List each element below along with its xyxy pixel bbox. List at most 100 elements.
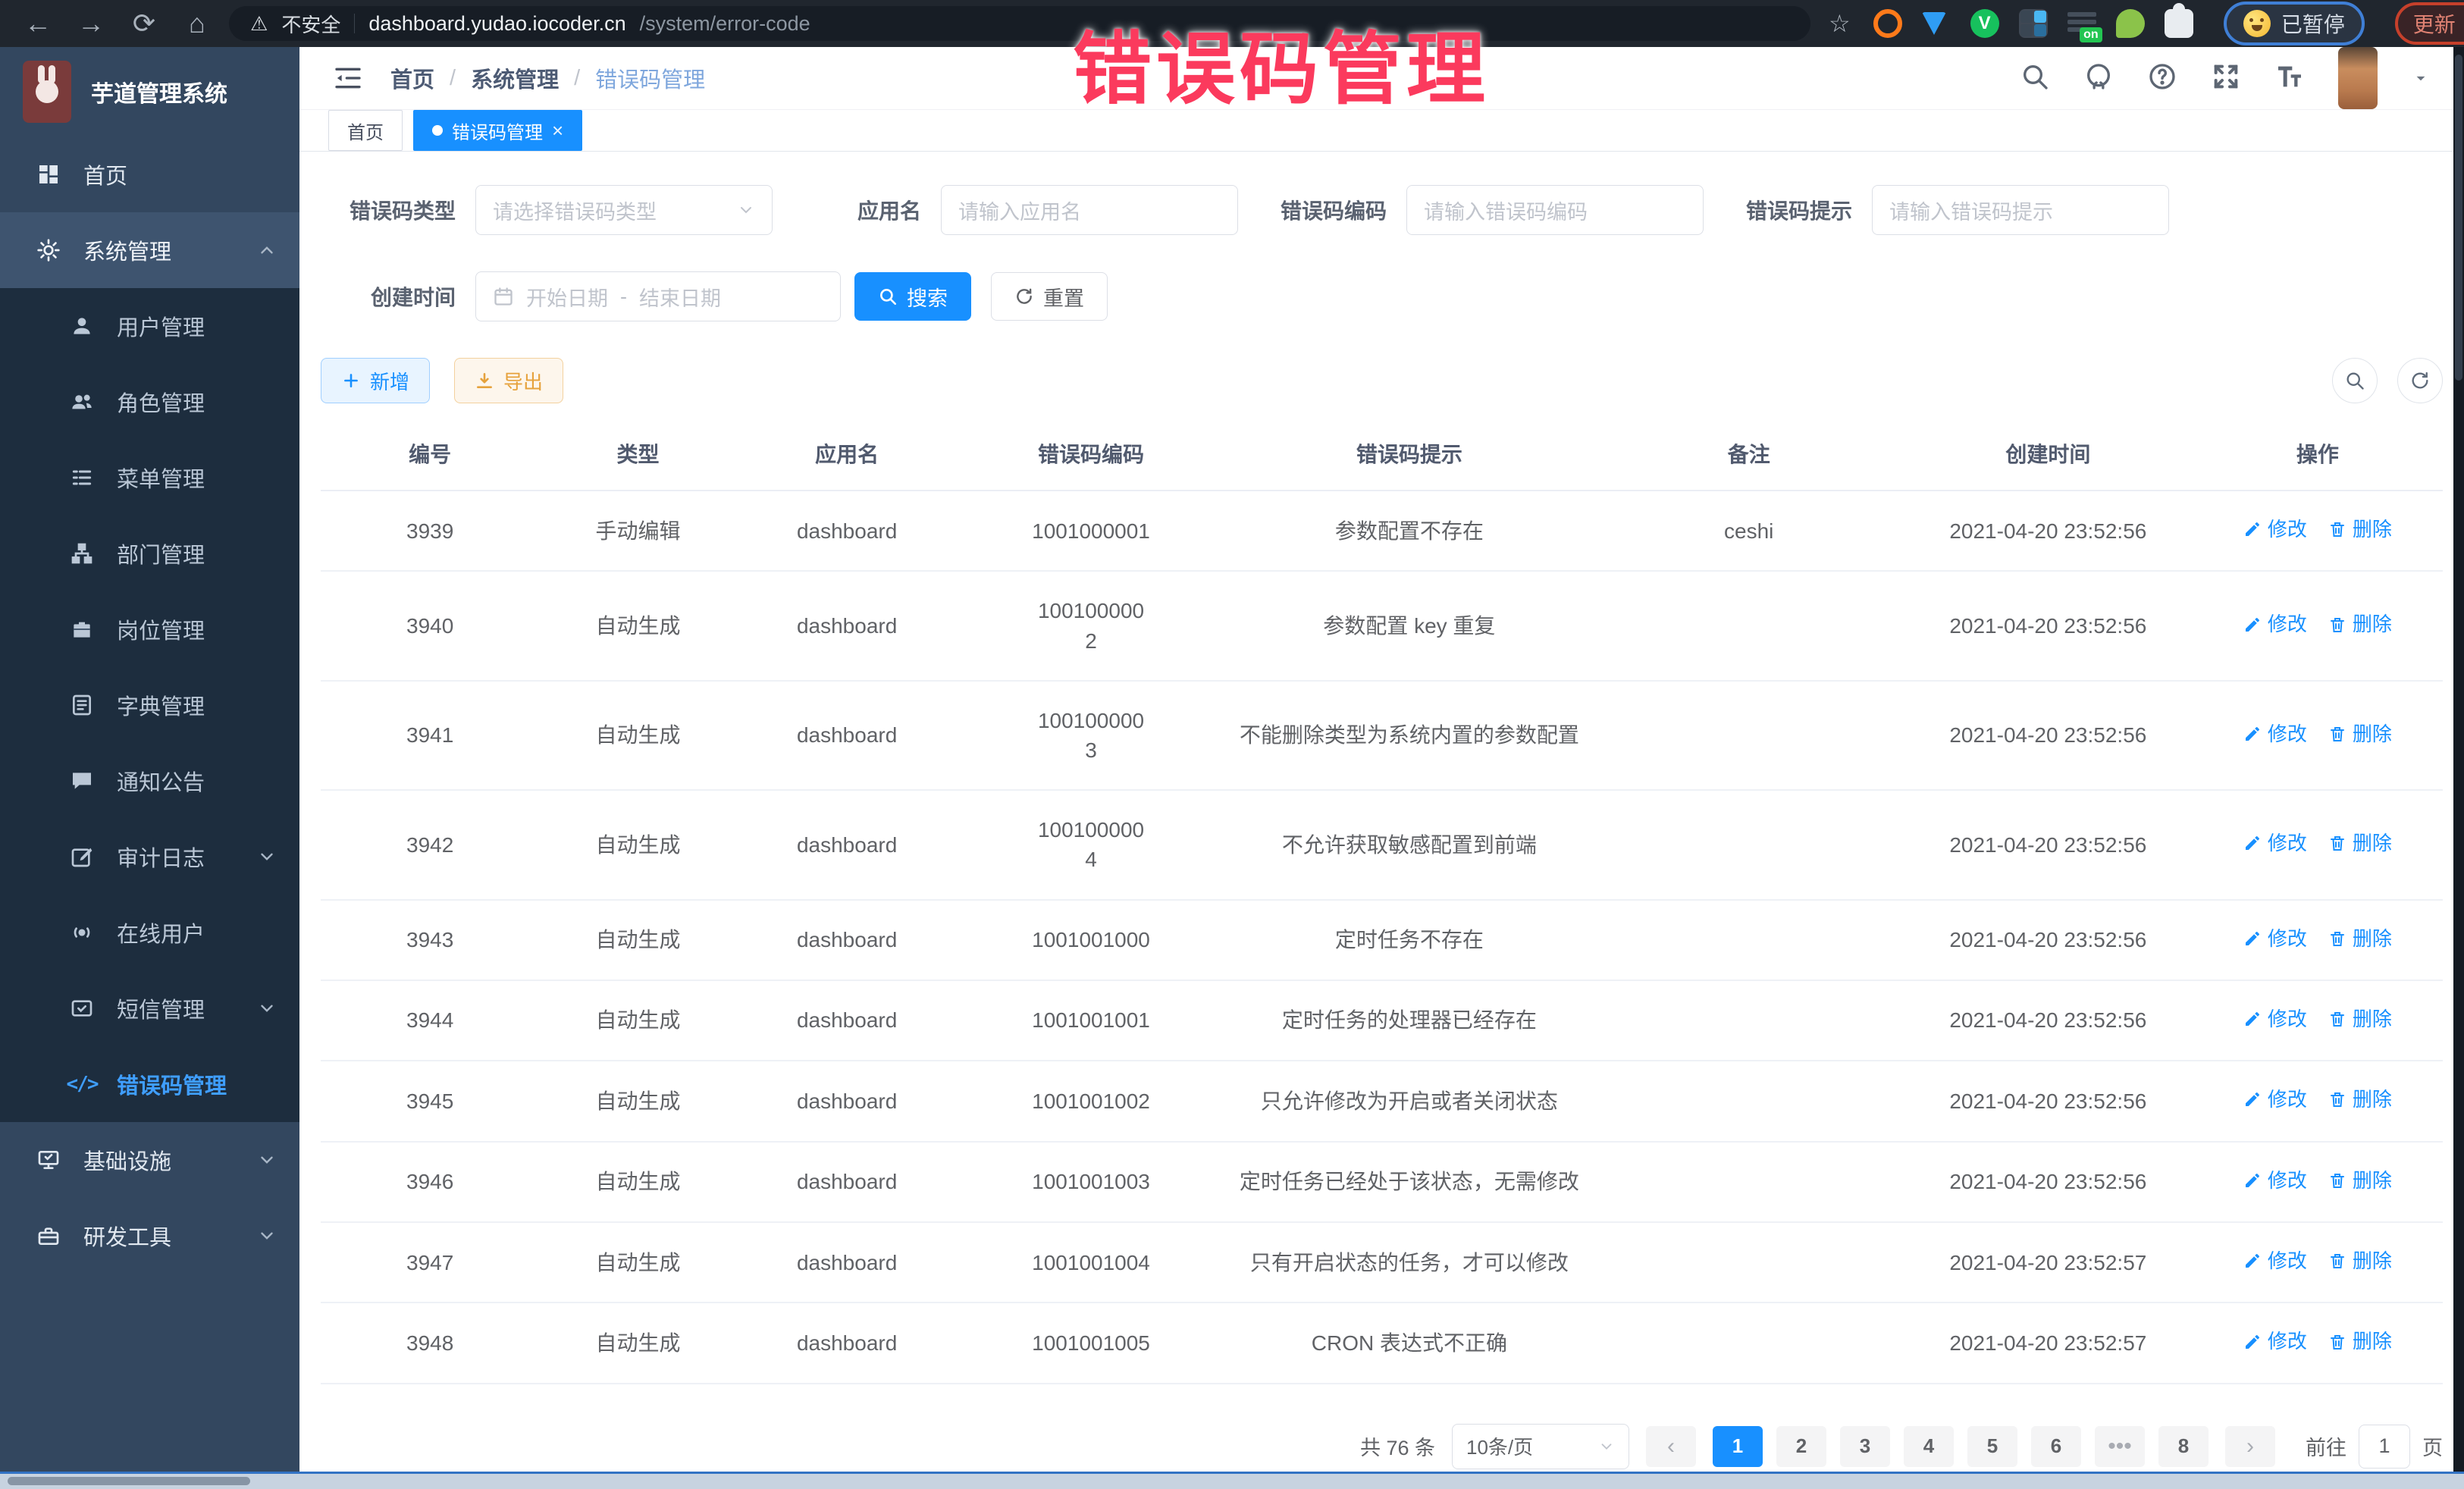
edit-link[interactable]: 修改: [2243, 1005, 2307, 1033]
delete-link[interactable]: 删除: [2328, 925, 2392, 952]
tab-error-code[interactable]: 错误码管理 ×: [413, 110, 582, 151]
edit-link[interactable]: 修改: [2243, 720, 2307, 748]
sidebar-item-首页[interactable]: 首页: [0, 136, 299, 212]
delete-link[interactable]: 删除: [2328, 720, 2392, 748]
date-range-picker[interactable]: 开始日期 - 结束日期: [475, 271, 841, 321]
help-icon[interactable]: [2147, 61, 2177, 96]
update-label: 更新: [2413, 8, 2456, 39]
delete-link[interactable]: 删除: [2328, 1005, 2392, 1033]
extensions-puzzle-icon[interactable]: [2165, 9, 2193, 38]
sidebar-collapse-icon[interactable]: [333, 63, 363, 93]
avatar-caret-icon[interactable]: [2411, 68, 2431, 88]
edit-link[interactable]: 修改: [2243, 1086, 2307, 1113]
sidebar-item-用户管理[interactable]: 用户管理: [0, 288, 299, 364]
edit-link[interactable]: 修改: [2243, 1328, 2307, 1355]
page-button-4[interactable]: 4: [1904, 1426, 1954, 1467]
error-type-select[interactable]: 请选择错误码类型: [475, 185, 773, 235]
error-code-input[interactable]: 请输入错误码编码: [1406, 185, 1704, 235]
browser-home-icon[interactable]: ⌂: [176, 0, 218, 47]
tab-close-icon[interactable]: ×: [552, 121, 563, 140]
delete-link[interactable]: 删除: [2328, 829, 2392, 857]
sidebar-item-基础设施[interactable]: 基础设施: [0, 1122, 299, 1198]
delete-link[interactable]: 删除: [2328, 1328, 2392, 1355]
github-icon[interactable]: [2083, 61, 2114, 96]
sidebar-item-研发工具[interactable]: 研发工具: [0, 1198, 299, 1274]
tab-home[interactable]: 首页: [328, 110, 403, 151]
error-hint-input[interactable]: 请输入错误码提示: [1872, 185, 2169, 235]
extension-orange-icon[interactable]: [1873, 9, 1902, 38]
edit-link[interactable]: 修改: [2243, 925, 2307, 952]
sidebar-item-通知公告[interactable]: 通知公告: [0, 743, 299, 819]
edit-link[interactable]: 修改: [2243, 1167, 2307, 1194]
sidebar-item-部门管理[interactable]: 部门管理: [0, 516, 299, 591]
edit-link[interactable]: 修改: [2243, 610, 2307, 638]
logo-row[interactable]: 芋道管理系统: [0, 47, 299, 136]
browser-back-icon[interactable]: ←: [17, 0, 59, 47]
edit-link-label: 修改: [2268, 720, 2307, 748]
sidebar-item-在线用户[interactable]: 在线用户: [0, 895, 299, 970]
sidebar-item-菜单管理[interactable]: 菜单管理: [0, 440, 299, 516]
filter-row-1: 错误码类型 请选择错误码类型 应用名 请输入应用名 错误码编码: [321, 185, 2443, 235]
page-button-2[interactable]: 2: [1776, 1426, 1826, 1467]
font-size-icon[interactable]: [2274, 61, 2305, 96]
sidebar-item-审计日志[interactable]: 审计日志: [0, 819, 299, 895]
delete-link[interactable]: 删除: [2328, 516, 2392, 543]
page-size-select[interactable]: 10条/页: [1452, 1424, 1629, 1469]
page-button-8[interactable]: 8: [2158, 1426, 2209, 1467]
breadcrumb-home[interactable]: 首页: [390, 62, 434, 94]
delete-link[interactable]: 删除: [2328, 610, 2392, 638]
search-icon[interactable]: [2020, 61, 2050, 96]
sidebar-item-短信管理[interactable]: 短信管理: [0, 970, 299, 1046]
edit-link[interactable]: 修改: [2243, 516, 2307, 543]
bookmark-star-icon[interactable]: ☆: [1829, 9, 1851, 38]
delete-link[interactable]: 删除: [2328, 1167, 2392, 1194]
page-button-6[interactable]: 6: [2031, 1426, 2081, 1467]
page-button-1[interactable]: 1: [1713, 1426, 1763, 1467]
sidebar-item-岗位管理[interactable]: 岗位管理: [0, 591, 299, 667]
sidebar-item-角色管理[interactable]: 角色管理: [0, 364, 299, 440]
horizontal-scrollbar[interactable]: [0, 1472, 2464, 1489]
address-bar[interactable]: ⚠ 不安全 dashboard.yudao.iocoder.cn/system/…: [229, 6, 1810, 41]
extension-leaf-icon[interactable]: [2116, 9, 2145, 38]
delete-link[interactable]: 删除: [2328, 1247, 2392, 1274]
app-name-input[interactable]: 请输入应用名: [941, 185, 1238, 235]
app-name-placeholder: 请输入应用名: [958, 196, 1221, 225]
next-page-button[interactable]: ›: [2225, 1426, 2275, 1467]
reset-button[interactable]: 重置: [991, 272, 1108, 321]
fullscreen-icon[interactable]: [2211, 61, 2241, 96]
browser-update-button[interactable]: 更新: [2395, 2, 2464, 45]
sidebar-item-label: 研发工具: [83, 1220, 171, 1252]
extension-grid-icon[interactable]: [2019, 9, 2048, 38]
add-button[interactable]: 新增: [321, 358, 430, 403]
page-button-3[interactable]: 3: [1840, 1426, 1890, 1467]
user-avatar[interactable]: [2338, 47, 2378, 109]
breadcrumb-system[interactable]: 系统管理: [471, 62, 559, 94]
page-button-5[interactable]: 5: [1967, 1426, 2017, 1467]
extension-gem-icon[interactable]: [1922, 9, 1951, 38]
sidebar-item-字典管理[interactable]: 字典管理: [0, 667, 299, 743]
goto-page-input[interactable]: 1: [2359, 1425, 2410, 1469]
online-icon: [68, 919, 96, 946]
delete-link[interactable]: 删除: [2328, 1086, 2392, 1113]
search-button[interactable]: 搜索: [854, 272, 971, 321]
sidebar-item-错误码管理[interactable]: </>错误码管理: [0, 1046, 299, 1122]
table-search-toggle-icon[interactable]: [2332, 358, 2378, 403]
export-button[interactable]: 导出: [454, 358, 563, 403]
browser-forward-icon[interactable]: →: [70, 0, 112, 47]
browser-reload-icon[interactable]: ⟳: [123, 0, 165, 47]
sidebar-item-系统管理[interactable]: 系统管理: [0, 212, 299, 288]
edit-link[interactable]: 修改: [2243, 829, 2307, 857]
delete-link-label: 删除: [2353, 829, 2392, 857]
prev-page-button[interactable]: ‹: [1646, 1426, 1696, 1467]
url-path: /system/error-code: [640, 12, 810, 36]
vertical-scrollbar[interactable]: [2453, 47, 2464, 1474]
logo-avatar: [23, 61, 71, 123]
filter-row-2: 创建时间 开始日期 - 结束日期 搜索 重置: [321, 271, 2443, 321]
cell-remark: [1594, 1061, 1904, 1141]
table-refresh-icon[interactable]: [2397, 358, 2443, 403]
extension-green-icon[interactable]: V: [1970, 9, 1999, 38]
edit-link[interactable]: 修改: [2243, 1247, 2307, 1274]
more-pages-button[interactable]: •••: [2095, 1426, 2145, 1467]
paused-extension-chip[interactable]: 已暂停: [2224, 2, 2365, 45]
extension-list-icon[interactable]: on: [2067, 9, 2096, 38]
